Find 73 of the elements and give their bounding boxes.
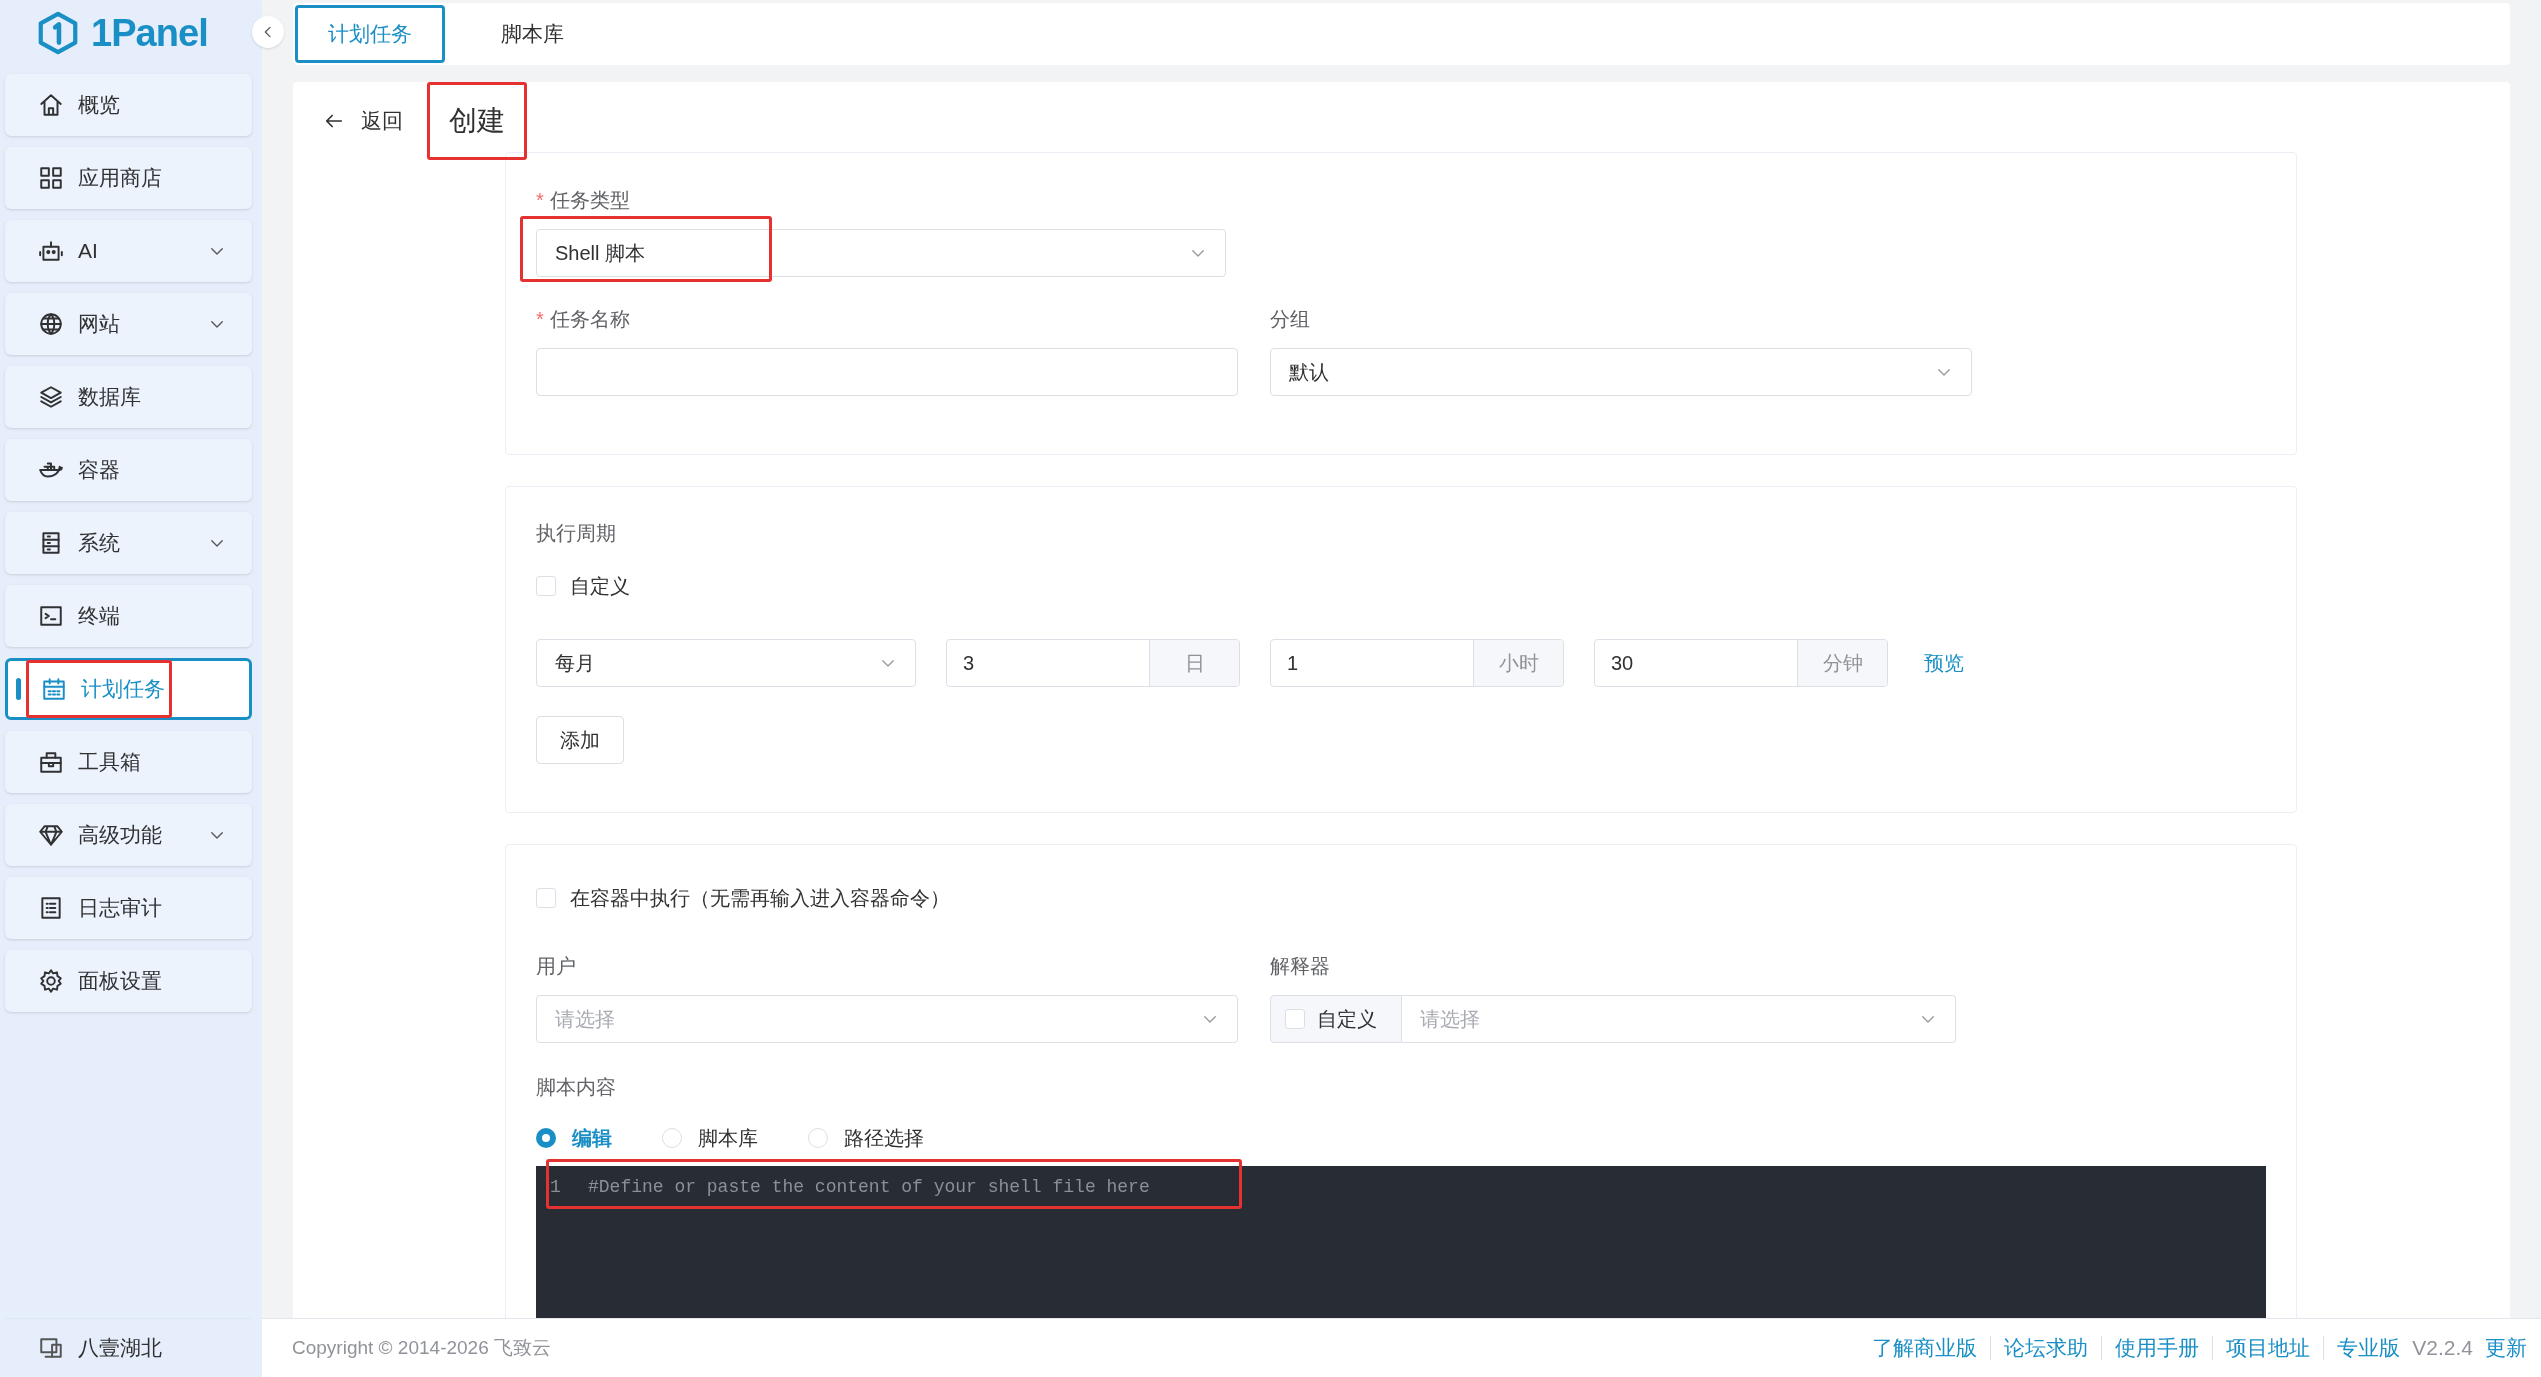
select-field[interactable]: Shell 脚本 (536, 229, 1226, 277)
collapse-button[interactable] (252, 16, 284, 48)
sidebar-item[interactable]: 容器 (5, 439, 252, 501)
unit-label: 日 (1149, 640, 1239, 686)
update-link[interactable]: 更新 (2485, 1332, 2527, 1364)
section-label: 脚本内容 (536, 1075, 617, 1100)
node-name: 八壹湖北 (78, 1335, 162, 1362)
number-input[interactable]: 30 分钟 (1594, 639, 1888, 687)
sidebar-item[interactable]: 系统 (5, 512, 252, 574)
footer-link[interactable]: 专业版 (2337, 1332, 2401, 1364)
code-editor[interactable]: 1 #Define or paste the content of your shell file here (536, 1166, 2266, 1318)
tab[interactable]: 计划任务 (295, 5, 445, 63)
add-button[interactable]: 添加 (536, 716, 624, 764)
select-field[interactable]: 默认 (1270, 348, 1972, 396)
line-number: 1 (549, 1175, 562, 1199)
grid-icon (38, 165, 64, 191)
sidebar-item[interactable]: 面板设置 (5, 950, 252, 1012)
copyright-text: Copyright © 2014-2026 飞致云 (292, 1335, 551, 1360)
tab[interactable]: 脚本库 (457, 5, 607, 63)
footer-link[interactable]: 论坛求助 (2004, 1332, 2089, 1364)
field-label: 用户 (536, 954, 576, 979)
unit-label: 小时 (1473, 640, 1563, 686)
calendar-icon (41, 676, 67, 702)
sidebar-item[interactable]: 日志审计 (5, 877, 252, 939)
required-mark: * (536, 188, 544, 213)
sidebar-item[interactable]: 高级功能 (5, 804, 252, 866)
sidebar-item[interactable]: 工具箱 (5, 731, 252, 793)
sidebar-item[interactable]: 应用商店 (5, 147, 252, 209)
radio-option[interactable]: 路径选择 (808, 1123, 924, 1153)
required-mark: * (536, 307, 544, 332)
gear-icon (38, 968, 64, 994)
select-field[interactable]: 每月 (536, 639, 916, 687)
number-input[interactable]: 1 小时 (1270, 639, 1564, 687)
sidebar-item[interactable]: 网站 (5, 293, 252, 355)
section-label: 执行周期 (536, 521, 617, 546)
field-label: 任务名称 (549, 307, 630, 332)
log-icon (38, 895, 64, 921)
number-input[interactable]: 3 日 (946, 639, 1240, 687)
monitor-icon (38, 1335, 64, 1361)
radio-option[interactable]: 脚本库 (662, 1123, 758, 1153)
checkbox[interactable] (1285, 1009, 1305, 1029)
globe-icon (38, 311, 64, 337)
text-input[interactable] (536, 348, 1238, 396)
checkbox[interactable] (536, 576, 556, 596)
home-icon (38, 92, 64, 118)
terminal-icon (38, 603, 64, 629)
sidebar-item[interactable]: 终端 (5, 585, 252, 647)
version-text: V2.2.4 (2412, 1335, 2473, 1362)
field-label: 分组 (1270, 307, 1310, 332)
diamond-icon (38, 822, 64, 848)
logo-text: 1Panel (91, 10, 208, 56)
back-button[interactable]: 返回 (323, 105, 403, 137)
code-placeholder: #Define or paste the content of your shell file here (587, 1175, 1150, 1199)
preview-link[interactable]: 预览 (1924, 648, 1964, 678)
field-label: 任务类型 (549, 188, 630, 213)
checkbox-label: 在容器中执行（无需再输入进入容器命令） (570, 886, 950, 911)
unit-label: 分钟 (1797, 640, 1887, 686)
field-label: 解释器 (1270, 954, 1330, 979)
radio-option[interactable]: 编辑 (536, 1123, 612, 1153)
sidebar-item[interactable]: 概览 (5, 74, 252, 136)
sidebar-item[interactable]: 数据库 (5, 366, 252, 428)
checkbox-label: 自定义 (1317, 1007, 1377, 1032)
footer-link[interactable]: 项目地址 (2226, 1332, 2311, 1364)
page-title: 创建 (449, 105, 505, 136)
layers-icon (38, 384, 64, 410)
footer-link[interactable]: 了解商业版 (1872, 1332, 1978, 1364)
toolbox-icon (38, 749, 64, 775)
sidebar-item[interactable]: AI (5, 220, 252, 282)
footer-link[interactable]: 使用手册 (2115, 1332, 2200, 1364)
sidebar-item[interactable]: 计划任务 (5, 658, 252, 720)
checkbox-label: 自定义 (570, 574, 630, 599)
checkbox[interactable] (536, 888, 556, 908)
active-indicator (16, 678, 21, 700)
